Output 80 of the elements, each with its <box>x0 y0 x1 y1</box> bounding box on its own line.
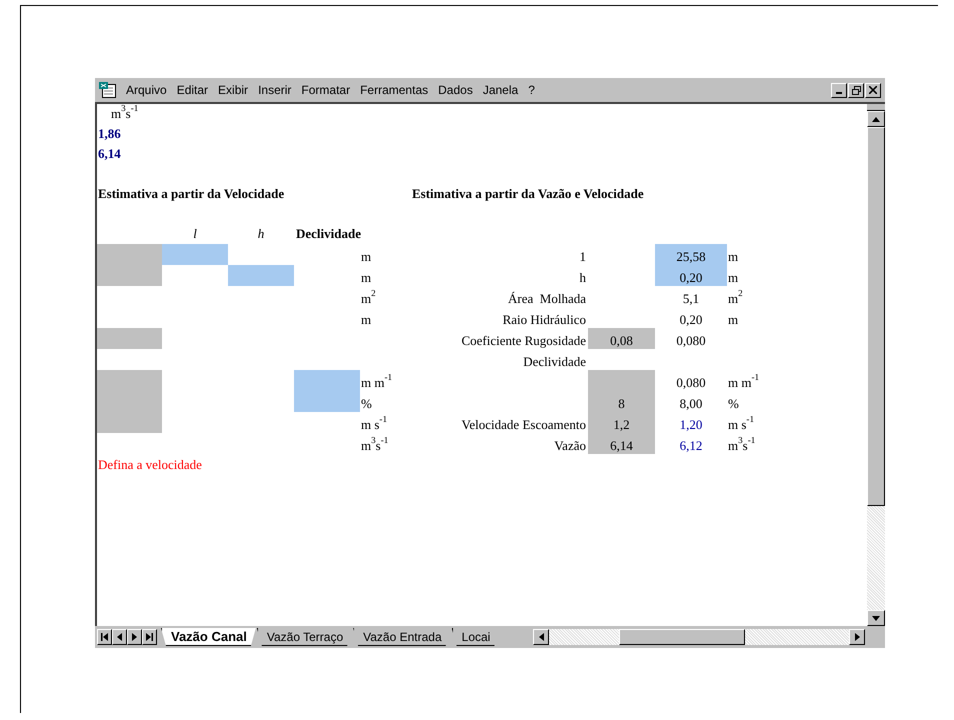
close-button[interactable] <box>865 82 881 98</box>
menu-item[interactable]: Editar <box>172 83 214 97</box>
first-arrow-icon <box>101 633 108 641</box>
right-arrow-icon <box>854 633 860 641</box>
right-arrow-icon <box>132 633 137 641</box>
row-label: Área Molhada <box>508 291 586 306</box>
restore-button[interactable] <box>848 82 864 98</box>
unit-text: m s$^{-1}$ <box>361 417 387 432</box>
minimize-button[interactable] <box>831 82 847 98</box>
table-cell: 0,20 <box>680 312 702 327</box>
table-cell: 0,08 <box>588 328 655 349</box>
warning-text: Defina a velocidade <box>98 457 202 472</box>
scroll-thumb[interactable] <box>867 127 885 506</box>
up-arrow-icon <box>872 116 880 122</box>
menu-item[interactable]: Arquivo <box>121 83 172 97</box>
table-cell: 1,86 <box>98 126 121 142</box>
close-icon <box>869 86 877 94</box>
row-label: Declividade <box>523 354 586 369</box>
menu-item[interactable]: Dados <box>433 83 478 97</box>
row-label: Vazão <box>554 438 586 453</box>
section-heading: Estimativa a partir da Vazão e Velocidade <box>412 186 644 201</box>
unit-text: % <box>728 396 739 411</box>
row-label: Coeficiente Rugosidade <box>461 333 586 348</box>
next-sheet-button[interactable] <box>127 629 142 645</box>
table-cell: 0,080 <box>676 375 706 390</box>
unit-text: m$^{3}$s$^{-1}$ <box>361 438 388 453</box>
left-arrow-icon <box>117 633 122 641</box>
down-arrow-icon <box>872 616 880 620</box>
table-cell: 0,20 <box>655 265 727 286</box>
table-cell: 25,58 <box>655 244 727 265</box>
table-cell: 8 <box>588 391 655 412</box>
scroll-down-button[interactable] <box>867 610 885 626</box>
menu-item[interactable]: Inserir <box>253 83 296 97</box>
unit-text: % <box>361 396 372 411</box>
previous-sheet-button[interactable] <box>112 629 127 645</box>
unit-text: m <box>728 312 738 327</box>
table-cell: 6,12 <box>680 438 702 453</box>
row-label: 1 <box>580 249 586 264</box>
menu-item[interactable]: Exibir <box>213 83 254 97</box>
row-label: h <box>580 270 586 285</box>
column-header: l <box>193 226 197 241</box>
column-header: h <box>258 226 264 241</box>
last-sheet-button[interactable] <box>142 629 157 645</box>
menu-item[interactable]: ? <box>523 83 540 97</box>
column-header: Declividade <box>296 226 361 241</box>
table-cell: 8,00 <box>680 396 702 411</box>
scroll-up-button[interactable] <box>867 111 885 127</box>
scroll-left-button[interactable] <box>533 629 549 645</box>
unit-text: m <box>361 249 372 264</box>
unit-text: m s$^{-1}$ <box>728 417 754 432</box>
row-label: Velocidade Escoamento <box>461 417 586 432</box>
table-cell: 1,20 <box>680 417 702 432</box>
table-cell: 6,14 <box>588 433 655 454</box>
sheet-tab[interactable]: Vazão Canal <box>161 628 256 646</box>
unit-text: m <box>728 249 738 264</box>
row-label: Raio Hidráulico <box>502 312 586 327</box>
unit-text: m <box>361 312 372 327</box>
unit-text: m$^{2}$ <box>728 291 743 306</box>
table-cell: 1,2 <box>588 412 655 433</box>
restore-icon <box>852 86 860 94</box>
unit-text: m$^{3}$s$^{-1}$ <box>728 438 756 453</box>
unit-text: m <box>361 270 372 285</box>
table-cell: 5,1 <box>682 291 700 306</box>
menu-item[interactable]: Janela <box>478 83 524 97</box>
unit-text: m m$^{-1}$ <box>728 375 760 390</box>
scroll-right-button[interactable] <box>849 629 865 645</box>
last-arrow-icon <box>146 633 153 641</box>
unit-text: m <box>728 270 738 285</box>
table-cell: 6,14 <box>98 146 121 162</box>
table-cell: m$^{3}$s$^{-1}$ <box>111 106 138 122</box>
scroll-thumb[interactable] <box>619 629 745 645</box>
unit-text: m m$^{-1}$ <box>361 375 392 390</box>
menu-item[interactable]: Formatar <box>296 83 356 97</box>
section-heading: Estimativa a partir da Velocidade <box>98 186 284 201</box>
spreadsheet-icon[interactable] <box>99 82 117 98</box>
unit-text: m$^{2}$ <box>361 291 376 306</box>
table-cell: 0,080 <box>676 333 706 348</box>
first-sheet-button[interactable] <box>97 629 112 645</box>
left-arrow-icon <box>538 633 544 641</box>
menu-item[interactable]: Ferramentas <box>355 83 434 97</box>
